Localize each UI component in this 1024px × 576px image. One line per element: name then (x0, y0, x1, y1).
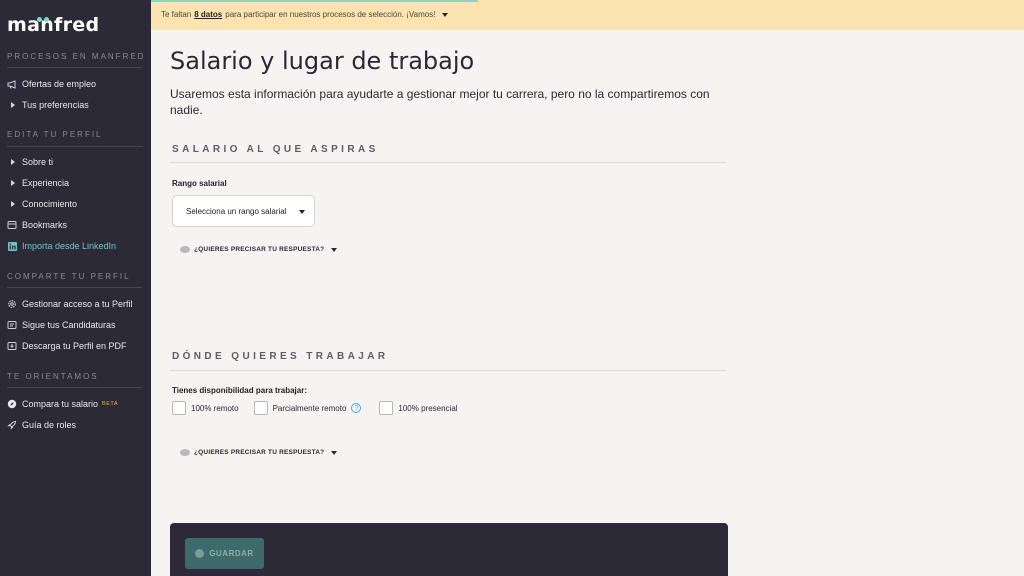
section-divider (7, 146, 142, 147)
sidebar-item-label: Sigue tus Candidaturas (22, 320, 116, 330)
availability-options: 100% remoto Parcialmente remoto ? 100% p… (172, 401, 458, 415)
option-label: 100% presencial (398, 403, 458, 413)
sidebar-item-label: Importa desde LinkedIn (22, 241, 117, 251)
save-button[interactable]: GUARDAR (185, 538, 264, 569)
sidebar-item-conocimiento[interactable]: Conocimiento (7, 196, 77, 212)
sidebar-item-ofertas[interactable]: Ofertas de empleo (7, 76, 96, 92)
gear-icon (7, 299, 17, 309)
logo-text: manfred (7, 14, 100, 36)
sidebar-item-sobre-ti[interactable]: Sobre ti (7, 154, 53, 170)
logo-dot-icon (37, 17, 42, 22)
section-title-orientamos: TE ORIENTAMOS (7, 372, 99, 381)
section-title-edita: EDITA TU PERFIL (7, 130, 103, 139)
caret-right-icon (7, 157, 17, 167)
page-description: Usaremos esta información para ayudarte … (170, 87, 710, 117)
rocket-icon (7, 420, 17, 430)
sidebar-item-label: Sobre ti (22, 157, 54, 167)
partial-remote-checkbox[interactable] (253, 401, 268, 415)
salary-range-label: Rango salarial (172, 179, 227, 188)
sidebar-item-gestionar-acceso[interactable]: Gestionar acceso a tu Perfil (7, 296, 133, 312)
bookmark-icon (7, 220, 17, 230)
sidebar-item-label: Ofertas de empleo (22, 79, 97, 89)
save-label: GUARDAR (209, 549, 254, 558)
chevron-down-icon (331, 450, 338, 455)
section-heading-lugar: DÓNDE QUIERES TRABAJAR (172, 351, 389, 362)
option-partial-remote[interactable]: Parcialmente remoto ? (253, 401, 362, 415)
sidebar-item-label: Tus preferencias (22, 100, 89, 110)
refine-label: ¿QUIERES PRECISAR TU RESPUESTA? (194, 449, 325, 456)
option-onsite[interactable]: 100% presencial (379, 401, 458, 415)
sidebar-item-label: Conocimiento (22, 199, 78, 209)
option-remote[interactable]: 100% remoto (172, 401, 239, 415)
salary-range-select[interactable]: Selecciona un rango salarial (172, 195, 315, 227)
refine-label: ¿QUIERES PRECISAR TU RESPUESTA? (194, 246, 325, 253)
profile-completion-banner[interactable]: Te faltan 8 datos para participar en nue… (151, 0, 1024, 30)
sidebar-item-label: Compara tu salario (22, 399, 99, 409)
salary-range-value: Selecciona un rango salarial (186, 206, 287, 216)
section-title-procesos: PROCESOS EN MANFRED (7, 52, 146, 61)
section-heading-salario: SALARIO AL QUE ASPIRAS (172, 144, 379, 155)
onsite-checkbox[interactable] (379, 401, 394, 415)
caret-right-icon (7, 199, 17, 209)
chevron-down-icon (331, 247, 338, 252)
remote-checkbox[interactable] (172, 401, 186, 415)
missing-data-count-link[interactable]: 8 datos (194, 10, 222, 19)
action-bar: GUARDAR (170, 523, 728, 576)
sidebar-item-label: Guía de roles (22, 420, 77, 430)
beta-badge: BETA (102, 401, 119, 407)
section-divider (170, 162, 726, 163)
banner-progress-bar (151, 0, 479, 2)
option-label: Parcialmente remoto (272, 403, 347, 413)
section-title-comparte: COMPARTE TU PERFIL (7, 272, 131, 281)
sidebar-item-linkedin[interactable]: Importa desde LinkedIn (7, 238, 116, 254)
sidebar-item-label: Bookmarks (22, 220, 68, 230)
speech-bubble-icon (180, 449, 190, 456)
sidebar-item-descarga-pdf[interactable]: Descarga tu Perfil en PDF (7, 338, 127, 354)
sidebar-item-preferencias[interactable]: Tus preferencias (7, 97, 89, 113)
tracking-icon (7, 320, 17, 330)
sidebar-item-guia-roles[interactable]: Guía de roles (7, 417, 76, 433)
banner-text: Te faltan 8 datos para participar en nue… (161, 10, 449, 19)
availability-label: Tienes disponibilidad para trabajar: (172, 386, 307, 395)
option-label: 100% remoto (191, 403, 239, 413)
sidebar-item-label: Experiencia (22, 178, 70, 188)
pdf-icon (7, 341, 17, 351)
megaphone-icon (7, 79, 17, 89)
sidebar-item-bookmarks[interactable]: Bookmarks (7, 217, 67, 233)
sidebar-item-compara-salario[interactable]: Compara tu salario BETA (7, 396, 118, 412)
chevron-down-icon[interactable] (442, 12, 449, 17)
speech-bubble-icon (180, 246, 190, 253)
refine-answer-toggle-location[interactable]: ¿QUIERES PRECISAR TU RESPUESTA? (180, 449, 338, 456)
caret-right-icon (7, 178, 17, 188)
banner-prefix: Te faltan (161, 10, 192, 19)
compass-icon (7, 399, 17, 409)
section-divider (7, 287, 142, 288)
section-divider (170, 370, 726, 371)
help-icon[interactable]: ? (351, 403, 362, 413)
refine-answer-toggle-salary[interactable]: ¿QUIERES PRECISAR TU RESPUESTA? (180, 246, 338, 253)
banner-suffix: para participar en nuestros procesos de … (225, 10, 436, 19)
section-divider (7, 67, 142, 68)
sidebar-item-experiencia[interactable]: Experiencia (7, 175, 69, 191)
sidebar-item-label: Gestionar acceso a tu Perfil (22, 299, 133, 309)
linkedin-icon (7, 241, 17, 251)
section-divider (7, 387, 142, 388)
sidebar-item-candidaturas[interactable]: Sigue tus Candidaturas (7, 317, 116, 333)
sidebar-item-label: Descarga tu Perfil en PDF (22, 341, 127, 351)
chevron-down-icon (299, 210, 305, 214)
sidebar: manfred PROCESOS EN MANFRED Ofertas de e… (0, 0, 151, 576)
manfred-logo[interactable]: manfred (7, 14, 99, 36)
logo-dot-icon (44, 17, 49, 22)
page-title: Salario y lugar de trabajo (170, 47, 475, 75)
check-circle-icon (195, 549, 205, 558)
caret-right-icon (7, 100, 17, 110)
